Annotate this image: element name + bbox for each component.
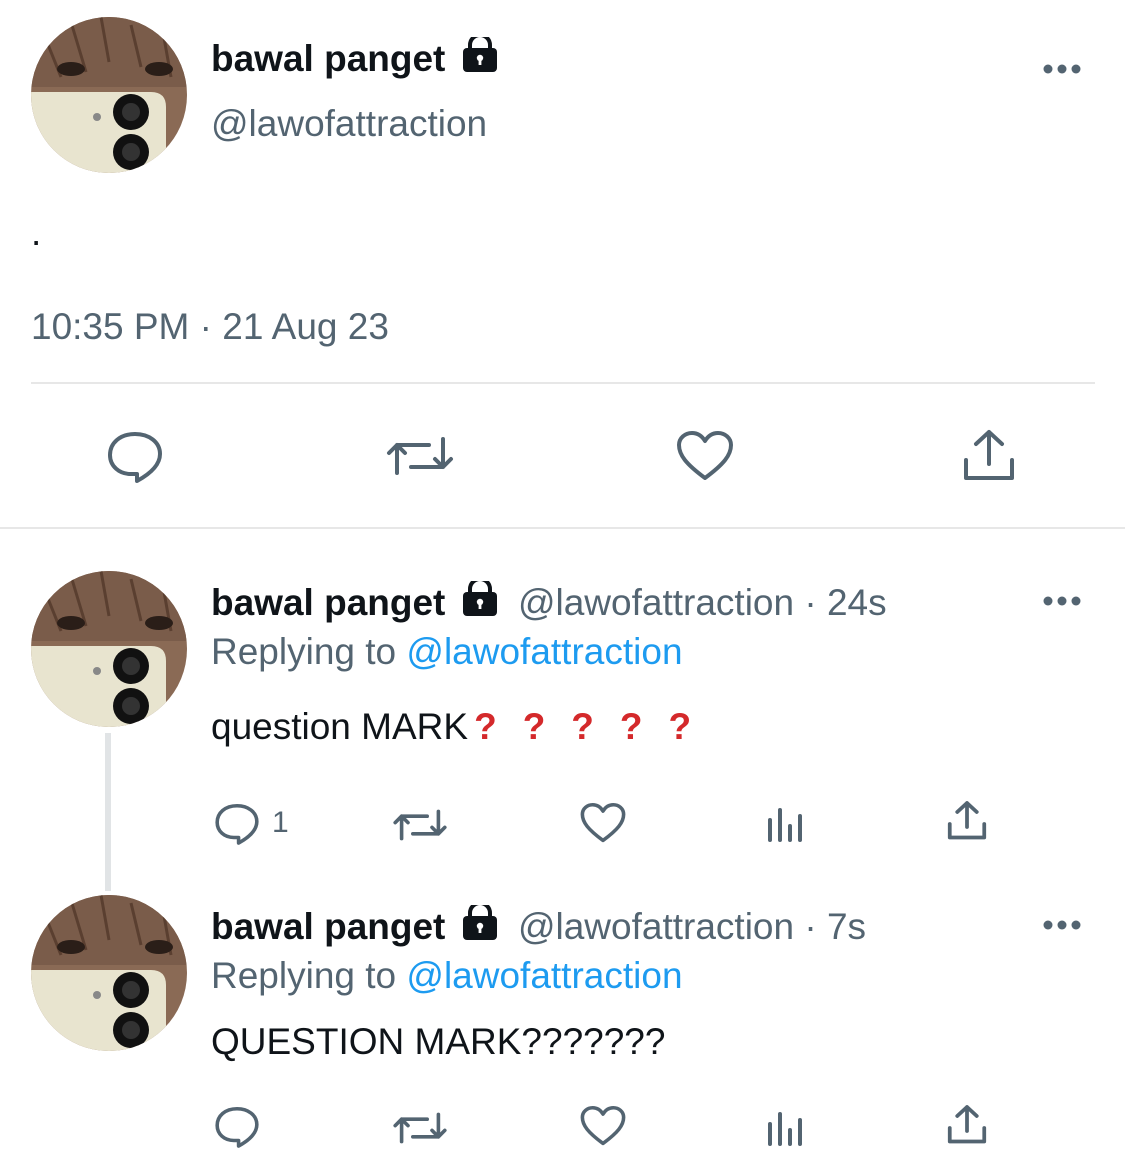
avatar[interactable] bbox=[31, 571, 187, 727]
more-options-icon[interactable] bbox=[1042, 62, 1082, 74]
tweet-body: . bbox=[31, 212, 42, 253]
question-mark-emoji: ? bbox=[668, 706, 692, 747]
time-ago[interactable]: · 24s bbox=[804, 582, 886, 623]
display-name[interactable]: bawal panget bbox=[211, 37, 500, 80]
retweet-icon[interactable] bbox=[385, 433, 455, 479]
section-divider bbox=[0, 527, 1125, 529]
handle[interactable]: @lawofattraction bbox=[518, 906, 794, 947]
share-icon[interactable] bbox=[945, 1104, 989, 1146]
reply-icon[interactable] bbox=[214, 1105, 260, 1149]
question-mark-emoji: ? bbox=[474, 706, 497, 747]
like-icon[interactable] bbox=[676, 430, 734, 482]
reply-count: 1 bbox=[272, 806, 289, 839]
like-icon[interactable] bbox=[580, 802, 626, 844]
replying-to-handle[interactable]: @lawofattraction bbox=[406, 631, 682, 672]
display-name-text[interactable]: bawal panget bbox=[211, 38, 445, 79]
display-name[interactable]: bawal panget bbox=[211, 582, 445, 623]
retweet-icon[interactable] bbox=[392, 806, 448, 844]
more-options-icon[interactable] bbox=[1042, 594, 1082, 606]
display-name[interactable]: bawal panget bbox=[211, 906, 445, 947]
time-ago[interactable]: · 7s bbox=[804, 906, 866, 947]
share-icon[interactable] bbox=[945, 800, 989, 842]
timestamp[interactable]: 10:35 PM · 21 Aug 23 bbox=[31, 306, 389, 348]
avatar[interactable] bbox=[31, 895, 187, 1051]
lock-icon bbox=[460, 905, 500, 941]
lock-icon bbox=[460, 581, 500, 617]
reply-header: bawal panget @lawofattraction · 7s bbox=[211, 905, 866, 948]
reply-icon[interactable] bbox=[214, 802, 260, 846]
avatar[interactable] bbox=[31, 17, 187, 173]
reply-icon[interactable] bbox=[106, 430, 164, 484]
more-options-icon[interactable] bbox=[1042, 918, 1082, 930]
lock-icon bbox=[460, 37, 500, 73]
reply-header: bawal panget @lawofattraction · 24s bbox=[211, 581, 887, 624]
share-icon[interactable] bbox=[960, 428, 1018, 484]
replying-to-label: Replying to bbox=[211, 955, 397, 996]
replying-to-label: Replying to bbox=[211, 631, 397, 672]
handle[interactable]: @lawofattraction bbox=[518, 582, 794, 623]
replying-to: Replying to @lawofattraction bbox=[211, 955, 683, 997]
reply-text: question MARK bbox=[211, 706, 469, 747]
thread-line bbox=[105, 733, 111, 891]
replying-to: Replying to @lawofattraction bbox=[211, 631, 683, 673]
divider bbox=[31, 382, 1095, 384]
handle[interactable]: @lawofattraction bbox=[211, 103, 487, 145]
views-icon[interactable] bbox=[766, 1106, 806, 1146]
question-mark-emoji: ? bbox=[571, 706, 594, 747]
reply-body: QUESTION MARK??????? bbox=[211, 1021, 666, 1062]
reply-body: question MARK????? bbox=[211, 706, 691, 748]
question-mark-emoji: ? bbox=[619, 706, 643, 747]
question-mark-emoji: ? bbox=[522, 706, 546, 747]
retweet-icon[interactable] bbox=[392, 1109, 448, 1147]
replying-to-handle[interactable]: @lawofattraction bbox=[406, 955, 682, 996]
like-icon[interactable] bbox=[580, 1105, 626, 1147]
views-icon[interactable] bbox=[766, 802, 806, 842]
